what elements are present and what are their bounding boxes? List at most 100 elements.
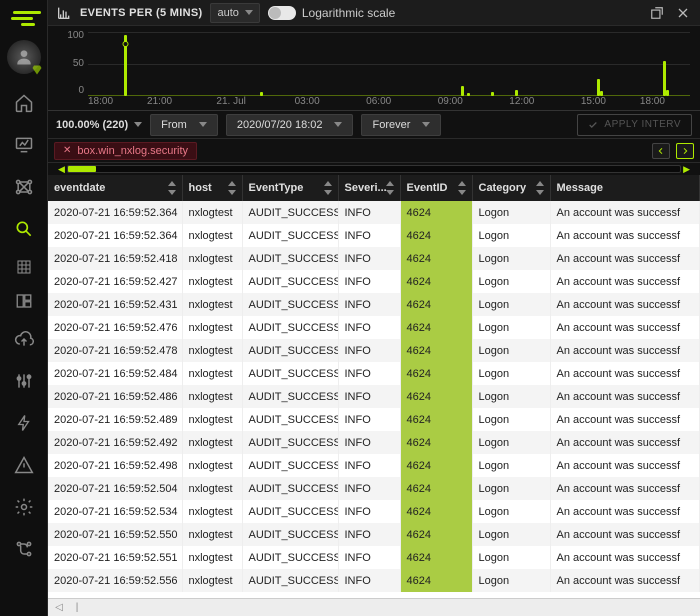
sidebar-item-sliders[interactable] — [0, 362, 48, 400]
sidebar-item-cloud[interactable] — [0, 320, 48, 358]
table-cell: AUDIT_SUCCESS — [242, 247, 338, 270]
table-body: 2020-07-21 16:59:52.364nxlogtestAUDIT_SU… — [48, 201, 700, 592]
chart-mode-select[interactable]: auto — [210, 3, 259, 23]
x-tick: 06:00 — [366, 96, 391, 110]
table-cell: 4624 — [400, 270, 472, 293]
next-button[interactable] — [676, 143, 694, 159]
table-row[interactable]: 2020-07-21 16:59:52.418nxlogtestAUDIT_SU… — [48, 247, 700, 270]
col-header-host[interactable]: host — [182, 175, 242, 201]
table-cell: Logon — [472, 362, 550, 385]
table-row[interactable]: 2020-07-21 16:59:52.504nxlogtestAUDIT_SU… — [48, 477, 700, 500]
sort-icon[interactable] — [458, 181, 468, 195]
table-cell: Logon — [472, 408, 550, 431]
filter-chip[interactable]: ✕ box.win_nxlog.security — [54, 142, 197, 160]
table-cell: 4624 — [400, 201, 472, 224]
table-cell: 2020-07-21 16:59:52.476 — [48, 316, 182, 339]
table-cell: 4624 — [400, 362, 472, 385]
scroll-right-icon[interactable]: ▶ — [681, 164, 692, 175]
x-tick: 18:00 — [88, 96, 113, 110]
range-select[interactable]: Forever — [361, 114, 441, 136]
table-row[interactable]: 2020-07-21 16:59:52.489nxlogtestAUDIT_SU… — [48, 408, 700, 431]
sidebar-item-dashboard[interactable] — [0, 126, 48, 164]
table-row[interactable]: 2020-07-21 16:59:52.431nxlogtestAUDIT_SU… — [48, 293, 700, 316]
table-row[interactable]: 2020-07-21 16:59:52.478nxlogtestAUDIT_SU… — [48, 339, 700, 362]
col-header-category[interactable]: Category — [472, 175, 550, 201]
close-chart-button[interactable] — [674, 4, 692, 22]
table-cell: 4624 — [400, 500, 472, 523]
table-row[interactable]: 2020-07-21 16:59:52.476nxlogtestAUDIT_SU… — [48, 316, 700, 339]
table-cell: 2020-07-21 16:59:52.498 — [48, 454, 182, 477]
table-cell: nxlogtest — [182, 339, 242, 362]
table-row[interactable]: 2020-07-21 16:59:52.484nxlogtestAUDIT_SU… — [48, 362, 700, 385]
footer-collapse-left[interactable]: ◁ — [52, 601, 66, 615]
x-tick: 21:00 — [147, 96, 172, 110]
table-cell: 4624 — [400, 431, 472, 454]
table-cell: nxlogtest — [182, 201, 242, 224]
table-cell: AUDIT_SUCCESS — [242, 270, 338, 293]
table-row[interactable]: 2020-07-21 16:59:52.550nxlogtestAUDIT_SU… — [48, 523, 700, 546]
table-cell: 4624 — [400, 408, 472, 431]
sidebar-item-bolt[interactable] — [0, 404, 48, 442]
table-row[interactable]: 2020-07-21 16:59:52.427nxlogtestAUDIT_SU… — [48, 270, 700, 293]
sidebar-item-settings[interactable] — [0, 488, 48, 526]
table-cell: 2020-07-21 16:59:52.484 — [48, 362, 182, 385]
table-cell: INFO — [338, 431, 400, 454]
sidebar-item-alert[interactable] — [0, 446, 48, 484]
date-select[interactable]: 2020/07/20 18:02 — [226, 114, 354, 136]
avatar[interactable] — [7, 40, 41, 74]
table-row[interactable]: 2020-07-21 16:59:52.498nxlogtestAUDIT_SU… — [48, 454, 700, 477]
sort-icon[interactable] — [168, 181, 178, 195]
sidebar-item-graph[interactable] — [0, 168, 48, 206]
sidebar-item-search[interactable] — [0, 210, 48, 248]
sort-icon[interactable] — [228, 181, 238, 195]
table-row[interactable]: 2020-07-21 16:59:52.364nxlogtestAUDIT_SU… — [48, 224, 700, 247]
query-bar: 100.00% (220) From 2020/07/20 18:02 Fore… — [48, 111, 700, 139]
chart-panel: EVENTS PER (5 MINS) auto Logarithmic sca… — [48, 0, 700, 111]
scroll-left-icon[interactable]: ◀ — [56, 164, 67, 175]
table-row[interactable]: 2020-07-21 16:59:52.364nxlogtestAUDIT_SU… — [48, 201, 700, 224]
sort-icon[interactable] — [536, 181, 546, 195]
sidebar-item-branch[interactable] — [0, 530, 48, 568]
table-cell: INFO — [338, 385, 400, 408]
chart-body[interactable]: 100 50 0 — [48, 26, 700, 110]
table-row[interactable]: 2020-07-21 16:59:52.556nxlogtestAUDIT_SU… — [48, 569, 700, 592]
col-header-eventdate[interactable]: eventdate — [48, 175, 182, 201]
col-header-eventtype[interactable]: EventType — [242, 175, 338, 201]
col-header-severity[interactable]: Severi... — [338, 175, 400, 201]
table-row[interactable]: 2020-07-21 16:59:52.551nxlogtestAUDIT_SU… — [48, 546, 700, 569]
sort-icon[interactable] — [324, 181, 334, 195]
scroll-track[interactable] — [67, 165, 681, 173]
sidebar-item-home[interactable] — [0, 84, 48, 122]
sidebar-item-grid[interactable] — [0, 252, 48, 282]
sort-icon[interactable] — [386, 181, 396, 195]
result-percent[interactable]: 100.00% (220) — [56, 119, 142, 131]
caret-down-icon — [245, 10, 253, 15]
x-tick: 18:00 — [640, 96, 665, 110]
col-header-eventid[interactable]: EventID — [400, 175, 472, 201]
table-row[interactable]: 2020-07-21 16:59:52.492nxlogtestAUDIT_SU… — [48, 431, 700, 454]
check-icon — [588, 120, 598, 130]
scroll-thumb[interactable] — [68, 166, 96, 172]
table-cell: AUDIT_SUCCESS — [242, 385, 338, 408]
prev-button[interactable] — [652, 143, 670, 159]
table-cell: INFO — [338, 247, 400, 270]
apply-interval-button[interactable]: APPLY INTERV — [577, 114, 692, 136]
table-cell: 2020-07-21 16:59:52.364 — [48, 224, 182, 247]
col-header-message[interactable]: Message — [550, 175, 700, 201]
table-cell: Logon — [472, 201, 550, 224]
table-row[interactable]: 2020-07-21 16:59:52.534nxlogtestAUDIT_SU… — [48, 500, 700, 523]
log-scale-toggle[interactable]: Logarithmic scale — [268, 6, 395, 20]
horizontal-scrollbar[interactable]: ◀ ▶ — [48, 163, 700, 175]
chevron-left-icon — [657, 147, 665, 155]
grid-icon — [16, 259, 32, 275]
sidebar-item-panels[interactable] — [0, 286, 48, 316]
remove-chip-icon[interactable]: ✕ — [63, 145, 71, 156]
table-cell: INFO — [338, 362, 400, 385]
table-cell: nxlogtest — [182, 385, 242, 408]
table-cell: AUDIT_SUCCESS — [242, 546, 338, 569]
table-row[interactable]: 2020-07-21 16:59:52.486nxlogtestAUDIT_SU… — [48, 385, 700, 408]
popout-button[interactable] — [648, 4, 666, 22]
table-cell: AUDIT_SUCCESS — [242, 408, 338, 431]
from-select[interactable]: From — [150, 114, 218, 136]
chart-title: EVENTS PER (5 MINS) — [80, 7, 202, 19]
